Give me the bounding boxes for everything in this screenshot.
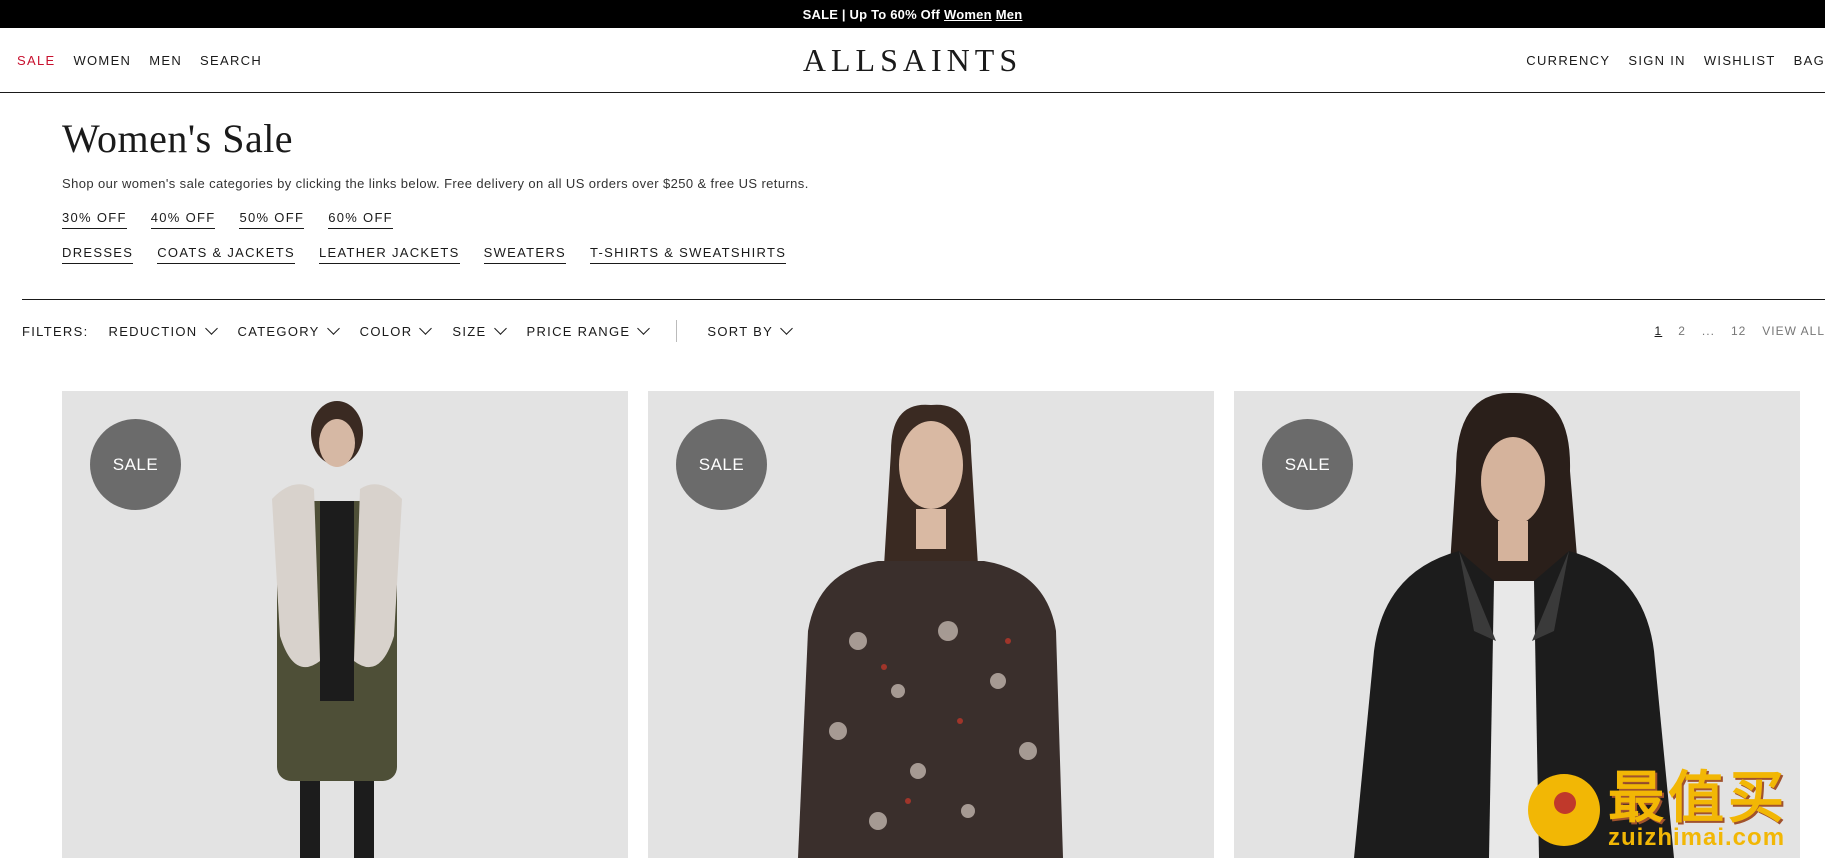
discount-link-30[interactable]: 30% OFF — [62, 210, 127, 229]
chevron-down-icon — [780, 322, 793, 335]
discount-links: 30% OFF 40% OFF 50% OFF 60% OFF — [62, 210, 1763, 229]
nav-men[interactable]: MEN — [149, 53, 182, 68]
product-card[interactable]: SALE — [648, 391, 1214, 858]
sale-badge: SALE — [90, 419, 181, 510]
pagination: 1 2 ... 12 VIEW ALL — [1639, 316, 1825, 346]
watermark: 最值买 zuizhimai.com — [1528, 768, 1788, 852]
page-ellipsis: ... — [1701, 324, 1715, 338]
nav-wishlist[interactable]: WISHLIST — [1704, 53, 1776, 68]
filter-separator — [676, 320, 678, 342]
chevron-down-icon — [326, 322, 340, 335]
product-grid: SALE SALE SALE 最值买 zuizhimai.com — [62, 391, 1820, 858]
nav-bag[interactable]: BAG — [1794, 53, 1825, 68]
chevron-down-icon — [419, 322, 433, 335]
filter-color[interactable]: COLOR — [359, 322, 433, 339]
filter-category[interactable]: CATEGORY — [237, 322, 340, 339]
promo-text: SALE | Up To 60% Off — [802, 6, 941, 22]
filter-price-range-label: PRICE RANGE — [526, 323, 631, 339]
nav-women[interactable]: WOMEN — [73, 53, 131, 68]
nav-sale[interactable]: SALE — [17, 53, 55, 68]
category-link-coats-jackets[interactable]: COATS & JACKETS — [157, 245, 295, 264]
filter-category-label: CATEGORY — [237, 323, 320, 339]
nav-search[interactable]: SEARCH — [200, 53, 262, 68]
product-card[interactable]: SALE 最值买 zuizhimai.com — [1234, 391, 1800, 858]
filter-divider — [22, 299, 1825, 300]
site-header: SALE WOMEN MEN SEARCH ALLSAINTS CURRENCY… — [0, 28, 1825, 93]
discount-link-40[interactable]: 40% OFF — [150, 210, 216, 229]
nav-left: SALE WOMEN MEN SEARCH — [17, 28, 280, 92]
category-link-sweaters[interactable]: SWEATERS — [483, 245, 566, 264]
discount-link-60[interactable]: 60% OFF — [328, 210, 393, 229]
page-title: Women's Sale — [62, 116, 294, 161]
promo-banner: SALE | Up To 60% Off Women Men — [0, 0, 1825, 28]
sale-badge: SALE — [676, 419, 767, 510]
sort-by-label: SORT BY — [707, 323, 774, 339]
page-link-2[interactable]: 2 — [1678, 324, 1686, 338]
discount-link-50[interactable]: 50% OFF — [239, 210, 305, 229]
view-all-link[interactable]: VIEW ALL — [1762, 324, 1825, 338]
filter-reduction[interactable]: REDUCTION — [108, 322, 218, 339]
filter-reduction-label: REDUCTION — [108, 323, 198, 339]
nav-sign-in[interactable]: SIGN IN — [1628, 53, 1686, 68]
chevron-down-icon — [637, 322, 651, 335]
chevron-down-icon — [493, 322, 507, 335]
watermark-logo-icon — [1528, 774, 1600, 846]
filter-size[interactable]: SIZE — [452, 322, 507, 339]
category-link-dresses[interactable]: DRESSES — [62, 245, 134, 264]
nav-currency[interactable]: CURRENCY — [1526, 53, 1610, 68]
promo-women-link[interactable]: Women — [944, 7, 992, 22]
chevron-down-icon — [204, 322, 218, 335]
site-logo[interactable]: ALLSAINTS — [803, 42, 1022, 79]
category-links: DRESSES COATS & JACKETS LEATHER JACKETS … — [62, 245, 1763, 264]
nav-right: CURRENCY SIGN IN WISHLIST BAG — [1508, 28, 1825, 92]
category-link-leather-jackets[interactable]: LEATHER JACKETS — [318, 245, 460, 264]
filter-bar: FILTERS: REDUCTION CATEGORY COLOR SIZE P… — [22, 316, 1825, 346]
filter-size-label: SIZE — [452, 323, 487, 339]
sale-badge: SALE — [1262, 419, 1353, 510]
category-link-tshirts-sweatshirts[interactable]: T-SHIRTS & SWEATSHIRTS — [589, 245, 787, 264]
filter-price-range[interactable]: PRICE RANGE — [526, 322, 651, 339]
watermark-text: 最值买 zuizhimai.com — [1608, 768, 1788, 852]
sale-intro: Women's Sale Shop our women's sale categ… — [0, 93, 1825, 264]
filter-color-label: COLOR — [359, 323, 413, 339]
page-link-1[interactable]: 1 — [1655, 324, 1663, 338]
sort-by-dropdown[interactable]: SORT BY — [707, 322, 793, 339]
page-description: Shop our women's sale categories by clic… — [62, 176, 809, 191]
filters-label: FILTERS: — [22, 323, 89, 339]
page-link-12[interactable]: 12 — [1731, 324, 1746, 338]
promo-men-link[interactable]: Men — [996, 7, 1023, 22]
watermark-cn: 最值买 — [1608, 766, 1788, 829]
watermark-en: zuizhimai.com — [1608, 824, 1786, 851]
product-card[interactable]: SALE — [62, 391, 628, 858]
